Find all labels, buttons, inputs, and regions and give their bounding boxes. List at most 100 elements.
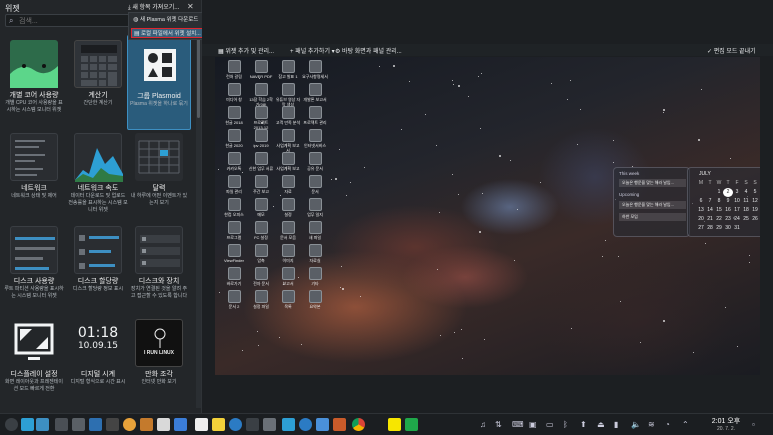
app-icon[interactable]: [333, 418, 346, 431]
desktop-icon[interactable]: 한글 2018: [221, 106, 247, 125]
desktop-icon[interactable]: [36, 418, 49, 431]
add-panel-button[interactable]: + 패널 추가하기 ▾: [290, 46, 335, 55]
widget-tile-disk-usage[interactable]: 디스크 사용량 루트 파티션 사용량을 표시하는 시스템 모니터 위젯: [2, 224, 66, 316]
desktop-icon[interactable]: 프로젝트 2013-12: [248, 106, 274, 130]
app-icon[interactable]: [263, 418, 276, 431]
desktop-icon[interactable]: 목록: [275, 290, 301, 309]
desktop-icon[interactable]: 유튜브 영상 자막 생성: [275, 83, 301, 107]
app-icon[interactable]: [299, 418, 312, 431]
desktop-icon[interactable]: 파일 관리: [221, 175, 247, 194]
event-item[interactable]: 오늘은 행운을 맞는 해라 날입...: [619, 201, 686, 209]
window-icon[interactable]: [72, 418, 85, 431]
desktop-icon[interactable]: 전자 문서: [248, 267, 274, 286]
battery-icon[interactable]: ▮: [614, 420, 618, 429]
desktop-icon[interactable]: ViewFinder: [221, 244, 247, 263]
network-icon[interactable]: ⇅: [495, 420, 502, 429]
widget-tile-group-plasmoid[interactable]: 그룹 Plasmoid Plasma 위젯을 하나로 묶기: [127, 35, 191, 130]
updates-icon[interactable]: ⬆: [580, 420, 587, 429]
app-icon[interactable]: [123, 418, 136, 431]
keyboard-icon[interactable]: ⌨: [512, 420, 524, 429]
calendar-widget[interactable]: JULY M T W T F S S 1 2 3 4 5 6 7 8 9 10 11 12 13 14 15 16 17 18 1…: [687, 167, 760, 237]
calendar-day[interactable]: 5: [750, 188, 760, 197]
chrome-icon[interactable]: [352, 418, 365, 431]
kakaotalk-icon[interactable]: [388, 418, 401, 431]
app-icon[interactable]: [106, 418, 119, 431]
desktop-icon[interactable]: 사업계획 보고서: [275, 129, 301, 153]
desktop-icon[interactable]: 설정 파일: [248, 290, 274, 309]
desktop-icon[interactable]: 설정: [275, 198, 301, 217]
desktop-icon[interactable]: 한글 2020: [221, 129, 247, 148]
events-widget[interactable]: This week 오늘은 행운을 맞는 해라 날입... Upcoming 오…: [613, 167, 690, 237]
widget-tile-digital-clock[interactable]: 01:18 10.09.15 디지털 시계 디지털 형식으로 시간 표시: [66, 317, 130, 409]
exit-edit-mode-button[interactable]: ✓ 편집 모드 끝내기: [707, 46, 756, 55]
devices-icon[interactable]: ⏏: [597, 420, 605, 429]
widget-tile-comic[interactable]: I RUN LINUX 만화 조각 인터넷 만화 보기: [127, 317, 191, 409]
document-icon[interactable]: [195, 418, 208, 431]
desktop-icon[interactable]: 보고서: [275, 267, 301, 286]
desktop-icon[interactable]: 참고 발표 1: [275, 60, 301, 79]
file-manager-icon[interactable]: [89, 418, 102, 431]
desktop-icon[interactable]: 개발론 보고서: [302, 83, 328, 102]
desktop-icon[interactable]: 바로가기: [221, 267, 247, 286]
calendar-day[interactable]: 12: [750, 197, 760, 206]
notes-icon[interactable]: [212, 418, 225, 431]
bluetooth-icon[interactable]: ᛒ: [563, 420, 568, 429]
widget-tile-disks-devices[interactable]: 디스크와 장치 장치가 연결된 것을 알려 주고 접근할 수 있도록 합니다: [127, 224, 191, 316]
show-desktop-icon[interactable]: ▫: [752, 420, 755, 429]
desktop-icon[interactable]: ipv 2019: [248, 129, 274, 148]
app-icon[interactable]: [157, 418, 170, 431]
volume-icon[interactable]: 🔈: [631, 420, 641, 429]
widget-tile-disk-quota[interactable]: 디스크 할당량 디스크 할당량 정보 표시: [66, 224, 130, 316]
desktop-icon[interactable]: 요약본: [302, 290, 328, 309]
desktop-icon[interactable]: 카카오톡: [221, 152, 247, 171]
desktop-icon[interactable]: 자료: [275, 175, 301, 194]
terminal-icon[interactable]: [55, 418, 68, 431]
desktop-icon[interactable]: 자료실: [302, 244, 328, 263]
desktop-icon[interactable]: 문서 모음: [275, 221, 301, 240]
desktop-icon[interactable]: 업무 일지: [302, 198, 328, 217]
desktop-icon[interactable]: 새 파일: [302, 221, 328, 240]
app-icon[interactable]: [174, 418, 187, 431]
widget-tile-calendar[interactable]: 달력 내 하루에 어떤 이벤트가 있는지 보기: [127, 131, 191, 223]
desktop-icon[interactable]: 프로그램: [221, 221, 247, 240]
app-icon[interactable]: [140, 418, 153, 431]
widget-tile-calculator[interactable]: 계산기 간단한 계산기: [66, 38, 130, 130]
desktop-icon[interactable]: 주간 보고: [248, 175, 274, 194]
app-icon[interactable]: [246, 418, 259, 431]
desktop-icon[interactable]: 요구사항명세서: [302, 60, 328, 79]
menu-item-download-plasma-widgets[interactable]: ◍ 새 Plasma 위젯 다운로드: [131, 15, 208, 25]
media-icon[interactable]: ♫: [480, 420, 486, 429]
desktop-icon[interactable]: 미디어 창: [221, 83, 247, 102]
app-icon[interactable]: [316, 418, 329, 431]
desktop-icon[interactable]: 기타: [302, 267, 328, 286]
app-icon[interactable]: [229, 418, 242, 431]
desktop-icon[interactable]: 메모: [248, 198, 274, 217]
desktop-icon[interactable]: 인터넷서비스: [302, 129, 328, 148]
panel-scrollbar[interactable]: [196, 38, 201, 408]
desktop-icon[interactable]: NAVER PDF: [248, 60, 274, 79]
widget-tile-core-usage[interactable]: 개별 코어 사용량 개별 CPU 코어 사용량을 표시하는 시스템 모니터 위젯: [2, 38, 66, 130]
desktop-icon[interactable]: 한컴 오피스: [221, 198, 247, 217]
event-item[interactable]: 하반 모임: [619, 213, 686, 221]
desktop-icon[interactable]: 공유 문서: [302, 152, 328, 171]
app-launcher-icon[interactable]: [5, 418, 18, 431]
desktop-icon[interactable]: 프로젝트 관리: [302, 106, 328, 125]
close-icon[interactable]: ✕: [187, 2, 194, 11]
desktop-panel-settings-button[interactable]: ⚙ 바탕 화면과 패널 관리...: [335, 46, 402, 55]
calendar-day[interactable]: 31: [732, 224, 742, 233]
calendar-day[interactable]: 26: [750, 215, 760, 224]
desktop-icon[interactable]: 문서: [302, 175, 328, 194]
desktop-icon[interactable]: FC 설정: [248, 221, 274, 240]
clipboard-icon[interactable]: ▣: [529, 420, 537, 429]
scrollbar-thumb[interactable]: [197, 38, 200, 118]
desktop-icon[interactable]: 런처 갈림: [221, 60, 247, 79]
mail-icon[interactable]: [282, 418, 295, 431]
desktop-icon[interactable]: 신한 업무 서류: [248, 152, 274, 171]
add-widgets-button[interactable]: ▦ 위젯 추가 및 관리...: [218, 46, 274, 55]
display-icon[interactable]: ▭: [546, 420, 554, 429]
desktop-icon[interactable]: 문서 2: [221, 290, 247, 309]
pager-icon[interactable]: [21, 418, 34, 431]
digital-clock[interactable]: 2:01 오후 20. 7. 2.: [709, 416, 743, 432]
widget-tile-network[interactable]: 네트워크 네트워크 상태 및 제어: [2, 131, 66, 223]
widget-tile-display-config[interactable]: 디스플레이 설정 화면 레이아웃과 프레젠테이션 모드 빠르게 전환: [2, 317, 66, 409]
